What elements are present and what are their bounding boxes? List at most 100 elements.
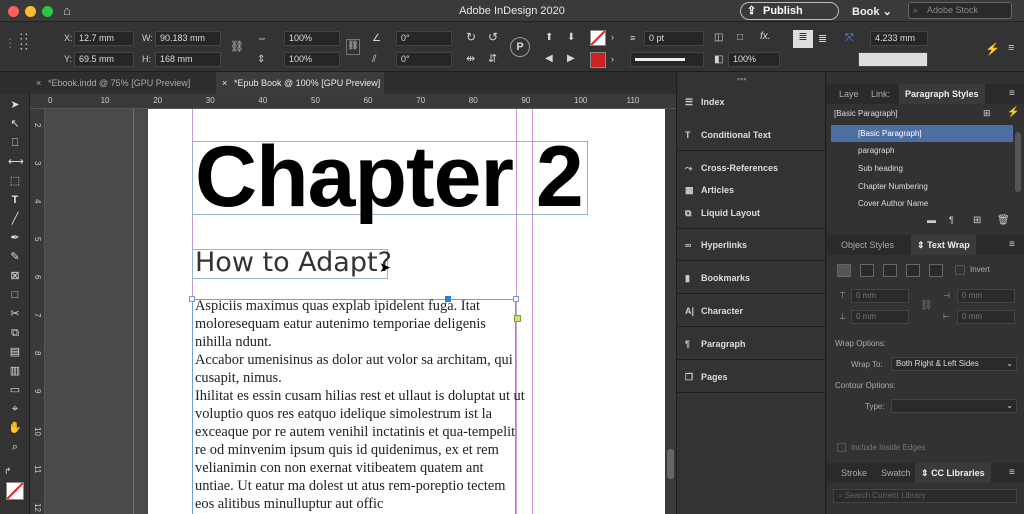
document-canvas[interactable]: Chapter 2 How to Adapt? ➤ Aspiciis maxim… [45,109,665,514]
tab-layers[interactable]: Laye [833,84,865,104]
control-menu-icon[interactable]: ≡ [1008,42,1014,54]
chapter-heading[interactable]: Chapter 2 [195,127,584,227]
rotate-clockwise-icon[interactable]: ↻ [466,30,476,44]
stroke-dropdown-arrow-icon[interactable]: › [611,54,614,64]
link-offsets-icon[interactable]: ⛓ [920,300,933,311]
eyedropper-tool-icon[interactable]: ⌖ [8,402,22,416]
rotation-field[interactable]: 0° [396,31,452,46]
constrain-scale-icon[interactable]: ⛓ [346,39,360,55]
panel-menu-icon[interactable]: ≡ [1009,239,1015,250]
stroke-swatch[interactable] [590,52,606,68]
subheading[interactable]: How to Adapt? [195,247,392,278]
quick-apply-icon[interactable]: ⚡ [1007,107,1019,118]
dock-item-character[interactable]: A| Character [685,300,743,322]
shear-field[interactable]: 0° [396,52,452,67]
wrap-object-shape-icon[interactable] [883,264,897,277]
fx-icon[interactable]: fx. [760,31,771,42]
dock-item-paragraph[interactable]: ¶ Paragraph [685,333,746,355]
delete-style-icon[interactable]: 🗑 [997,215,1010,226]
content-collector-icon[interactable]: ⬚ [8,174,22,188]
page-tool-icon[interactable]: ⎕ [8,136,22,150]
select-content-icon[interactable]: ⬇ [567,32,575,43]
select-next-icon[interactable]: ▶ [567,53,575,64]
no-wrap-icon[interactable] [837,264,851,277]
style-basic-paragraph[interactable]: [Basic Paragraph] [831,125,1013,142]
auto-fit-icon[interactable]: ⤧ [845,32,854,45]
tab-ebook[interactable]: × *Ebook.indd @ 75% [GPU Preview] [30,72,216,94]
scrollbar-thumb[interactable] [667,449,674,479]
reference-point-icon[interactable]: ∷ ∷ [20,31,42,54]
dock-item-hyperlinks[interactable]: ∞ Hyperlinks [685,234,747,256]
panel-menu-icon[interactable]: ≡ [1009,88,1015,99]
right-offset-field[interactable]: 0 mm [957,310,1015,324]
tab-paragraph-styles[interactable]: Paragraph Styles [899,84,985,104]
selection-tool-icon[interactable]: ➤ [8,98,22,112]
tab-object-styles[interactable]: Object Styles [835,235,900,255]
dock-item-conditional-text[interactable]: T Conditional Text [685,124,771,146]
tab-links[interactable]: Link: [865,84,896,104]
effects-icon[interactable]: □ [737,32,743,43]
top-offset-field[interactable]: 0 mm [851,289,909,303]
zoom-tool-icon[interactable]: ⌕ [8,440,22,454]
frame-fitting-field[interactable] [858,52,928,67]
workspace-switcher[interactable]: Book ⌄ [852,5,892,18]
height-field[interactable]: 168 mm [155,52,221,67]
fill-dropdown-arrow-icon[interactable]: › [611,32,614,42]
pencil-tool-icon[interactable]: ✎ [8,250,22,264]
fill-stroke-proxy[interactable] [6,482,24,500]
stroke-weight-field[interactable]: 0 pt [644,31,704,46]
hand-tool-icon[interactable]: ✋ [8,421,22,435]
tab-cc-libraries[interactable]: ⇕ CC Libraries [915,463,991,483]
create-style-icon[interactable]: ⊞ [983,108,991,119]
adobe-stock-search[interactable]: ⌕ Adobe Stock [908,2,1012,19]
body-text[interactable]: Aspiciis maximus quas explab ipidelent f… [195,297,525,513]
close-tab-icon[interactable]: × [222,72,227,94]
tab-stroke[interactable]: Stroke [835,463,873,483]
jump-object-icon[interactable] [906,264,920,277]
x-position-field[interactable]: 12.7 mm [74,31,134,46]
document-page[interactable]: Chapter 2 How to Adapt? ➤ Aspiciis maxim… [148,109,665,514]
free-transform-tool-icon[interactable]: ⧉ [8,326,22,340]
text-frame-options-icon[interactable]: ≣ [793,30,813,48]
scale-x-field[interactable]: 100% [284,31,340,46]
new-style-icon[interactable]: ⊞ [973,215,981,226]
invert-checkbox[interactable] [955,265,965,275]
dock-item-pages[interactable]: ❐ Pages [685,366,728,388]
contour-type-dropdown[interactable]: ⌄ [891,399,1017,413]
dock-item-index[interactable]: ☰ Index [685,91,725,113]
publish-online-button[interactable]: ⇪ Publish Online [740,2,839,33]
lightning-icon[interactable]: ⚡ [985,42,1000,56]
rectangle-tool-icon[interactable]: □ [8,288,22,302]
dock-item-articles[interactable]: ▦ Articles [685,179,734,201]
y-position-field[interactable]: 69.5 mm [74,52,134,67]
fill-swatch[interactable] [590,30,606,46]
direct-selection-tool-icon[interactable]: ↖ [8,117,22,131]
wrap-to-dropdown[interactable]: Both Right & Left Sides ⌄ [891,357,1017,371]
line-tool-icon[interactable]: ╱ [8,212,22,226]
tab-swatches[interactable]: Swatch [875,463,917,483]
selection-container-icon[interactable]: P [510,37,530,57]
style-cover-author-name[interactable]: Cover Author Name [831,195,1013,212]
bottom-offset-field[interactable]: 0 mm [851,310,909,324]
dock-item-bookmarks[interactable]: ▮ Bookmarks [685,267,750,289]
include-inside-edges-checkbox[interactable] [837,443,846,452]
canvas-vertical-scrollbar[interactable] [665,109,676,514]
align-center-icon[interactable]: ≣ [818,32,827,45]
vertical-ruler[interactable]: 2 3 4 5 6 7 8 9 10 11 12 [30,109,45,514]
left-offset-field[interactable]: 0 mm [957,289,1015,303]
tab-epub-book[interactable]: × *Epub Book @ 100% [GPU Preview] [216,72,384,94]
wrap-bounding-box-icon[interactable] [860,264,874,277]
flip-vertical-icon[interactable]: ⇵ [488,52,497,65]
constrain-proportions-icon[interactable]: ⛓ [230,40,244,53]
note-tool-icon[interactable]: ▭ [8,383,22,397]
gradient-feather-tool-icon[interactable]: ▥ [8,364,22,378]
gap-tool-icon[interactable]: ⟷ [8,155,24,169]
tab-text-wrap[interactable]: ⇕ Text Wrap [911,235,976,255]
opacity-field[interactable]: 100% [728,52,780,67]
dock-item-liquid-layout[interactable]: ⧉ Liquid Layout [685,202,760,224]
horizontal-ruler[interactable]: 0102030405060708090100110120130140 [30,94,798,109]
clear-overrides-icon[interactable]: ¶ [949,215,954,225]
select-previous-icon[interactable]: ◀ [545,53,553,64]
type-tool-icon[interactable]: T [8,193,22,207]
scale-y-field[interactable]: 100% [284,52,340,67]
